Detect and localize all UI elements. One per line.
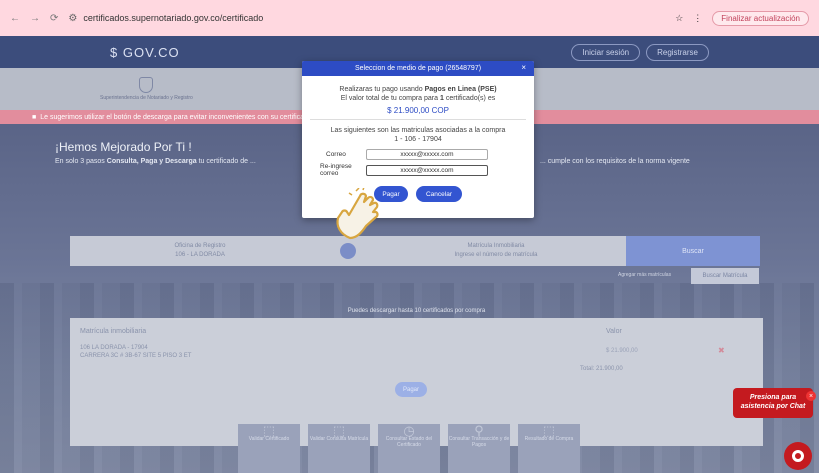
logo-text: Superintendencia de Notariado y Registro: [100, 95, 193, 101]
matriculas-list: 1 - 106 - 17904: [394, 136, 442, 143]
results-pay-button[interactable]: Pagar: [395, 382, 427, 397]
menu-dots-icon[interactable]: ⋮: [693, 13, 702, 24]
modal-header: Seleccion de medio de pago (26548797) ×: [302, 61, 534, 76]
reemail-row: Re-ingrese correo xxxxx@xxxxx.com: [302, 163, 534, 177]
forward-icon[interactable]: →: [30, 13, 40, 24]
service-tiles: ⬚ Validar Certificado ⬚ Validar Consulta…: [238, 424, 580, 473]
modal-title: Seleccion de medio de pago (26548797): [354, 65, 482, 72]
back-icon[interactable]: ←: [10, 13, 20, 24]
tile-consultar-transaccion[interactable]: ⚲ Consultar Transacción y de Pagos: [448, 424, 510, 473]
email-row: Correo xxxxx@xxxxx.com: [302, 149, 534, 160]
browser-nav: ← → ⟳: [10, 13, 58, 24]
total-description-text: El valor total de tu compra para 1 certi…: [340, 95, 496, 102]
tile-validar-certificado[interactable]: ⬚ Validar Certificado: [238, 424, 300, 473]
matricula-input[interactable]: Matrícula Inmobiliaria Ingrese el número…: [366, 242, 626, 260]
clock-icon: ◷: [403, 423, 415, 438]
email-label: Correo: [326, 151, 346, 158]
search-matricula-button[interactable]: Buscar Matrícula: [691, 268, 759, 284]
pointer-hand-icon: [336, 188, 379, 240]
reload-icon[interactable]: ⟳: [50, 13, 58, 24]
snr-logo[interactable]: Superintendencia de Notariado y Registro: [100, 77, 193, 101]
search-icon: ⚲: [474, 423, 484, 438]
receipt-icon: ⬚: [542, 423, 556, 438]
matriculas-caption: Las siguientes son las matriculas asocia…: [330, 127, 506, 134]
bookmark-star-icon[interactable]: ☆: [675, 13, 683, 24]
warning-icon: ■: [32, 113, 37, 121]
results-caption: Puedes descargar hasta 10 certificados p…: [347, 308, 486, 314]
payment-method-text: Realizaras tu pago usando Pagos en Linea…: [339, 86, 497, 93]
delete-icon[interactable]: ✖: [718, 346, 725, 355]
office-select[interactable]: Oficina de Registro 106 - LA DORADA: [70, 242, 330, 260]
tile-validar-consulta[interactable]: ⬚ Validar Consulta Matrícula: [308, 424, 370, 473]
address-bar[interactable]: ⚙ certificados.supernotariado.gov.co/cer…: [68, 13, 675, 24]
col-matricula-header: Matrícula inmobiliaria: [80, 328, 147, 335]
search-bar: Oficina de Registro 106 - LA DORADA Matr…: [70, 236, 760, 266]
swap-icon[interactable]: [340, 243, 356, 259]
hero-subtitle: En solo 3 pasos Consulta, Paga y Descarg…: [55, 158, 256, 165]
chat-prompt-bubble[interactable]: Presiona para asistencia por Chat: [733, 388, 813, 418]
register-button[interactable]: Registrarse: [646, 43, 709, 61]
hero-subtitle-right: ... cumple con los requisitos de la norm…: [540, 158, 690, 165]
tile-consultar-estado[interactable]: ◷ Consultar Estado del Certificado: [378, 424, 440, 473]
hero-title: ¡Hemos Mejorado Por Ti !: [55, 140, 192, 154]
reemail-field[interactable]: xxxxx@xxxxx.com: [366, 164, 488, 176]
close-icon[interactable]: ×: [521, 63, 526, 72]
total-text: Total: 21.900,00: [580, 366, 623, 372]
table-row: 106 LA DORADA - 17904 CARRERA 3C # 3B-67…: [80, 345, 192, 359]
alert-text: Le sugerimos utilizar el botón de descar…: [40, 113, 312, 121]
seal-icon: [139, 77, 154, 93]
row-value: $ 21.900,00: [606, 348, 638, 354]
certificate-icon: ⬚: [262, 423, 276, 438]
chat-icon: [792, 450, 804, 462]
add-more-note: Agregar más matrículas: [618, 272, 672, 278]
chat-launcher-button[interactable]: [784, 442, 812, 470]
tile-resultado-compra[interactable]: ⬚ Resultado de Compra: [518, 424, 580, 473]
search-button[interactable]: Buscar: [626, 236, 760, 266]
reemail-label: Re-ingrese correo: [320, 163, 352, 177]
col-valor-header: Valor: [606, 328, 622, 335]
chat-close-icon[interactable]: ×: [806, 391, 816, 401]
cancel-button[interactable]: Cancelar: [416, 186, 462, 202]
document-icon: ⬚: [332, 423, 346, 438]
gov-brand[interactable]: $ GOV.CO: [110, 45, 180, 60]
email-field[interactable]: xxxxx@xxxxx.com: [366, 149, 488, 160]
login-button[interactable]: Iniciar sesión: [571, 43, 641, 61]
update-browser-button[interactable]: Finalizar actualización: [712, 10, 809, 26]
browser-toolbar: ← → ⟳ ⚙ certificados.supernotariado.gov.…: [0, 0, 819, 36]
site-info-icon[interactable]: ⚙: [68, 13, 77, 24]
modal-divider: [310, 119, 526, 120]
total-amount: $ 21.900,00 COP: [387, 106, 449, 115]
url-text: certificados.supernotariado.gov.co/certi…: [83, 13, 264, 23]
